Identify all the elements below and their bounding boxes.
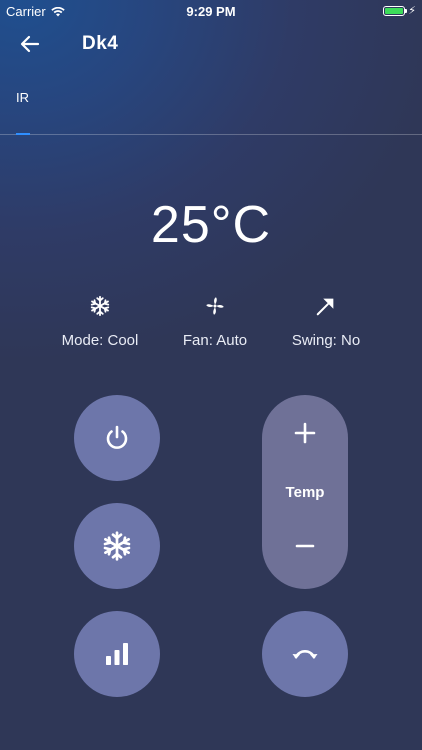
power-button[interactable]: [74, 395, 160, 481]
app-header: Dk4: [0, 24, 422, 64]
temperature-display: 25°C: [150, 196, 272, 254]
status-right: ⚡: [383, 4, 416, 17]
status-bar: Carrier 9:29 PM ⚡: [0, 0, 422, 22]
mode-button[interactable]: [74, 503, 160, 589]
tab-ir[interactable]: IR: [16, 90, 29, 105]
temp-up-button[interactable]: [262, 417, 348, 449]
power-icon: [106, 425, 128, 449]
fan-label: Fan: Auto: [182, 332, 248, 349]
temperature-control: Temp: [262, 395, 348, 589]
rotate-icon: [292, 650, 318, 659]
swing-icon: [316, 298, 334, 316]
charging-bolt-icon: ⚡: [408, 5, 416, 17]
page-title: Dk4: [82, 33, 119, 54]
battery-icon: [383, 5, 408, 16]
snowflake-icon: [103, 531, 131, 561]
battery-fill: [385, 7, 404, 14]
fan-icon: [206, 297, 224, 315]
tab-indicator: [16, 133, 30, 135]
swing-status: Swing: No: [266, 292, 386, 349]
signal-bars-icon: [106, 643, 128, 665]
swing-button[interactable]: [262, 611, 348, 697]
temp-down-button[interactable]: [262, 530, 348, 562]
status-time: 9:29 PM: [186, 4, 236, 19]
mode-label: Mode: Cool: [61, 332, 139, 349]
back-button[interactable]: [16, 30, 44, 58]
fan-speed-button[interactable]: [74, 611, 160, 697]
arrow-left-icon: [20, 35, 40, 53]
plus-icon: [294, 422, 316, 444]
mode-status: Mode: Cool: [40, 292, 160, 349]
minus-icon: [295, 544, 315, 548]
fan-status: Fan: Auto: [155, 292, 275, 349]
swing-label: Swing: No: [291, 332, 361, 349]
tab-bar: IR: [0, 80, 422, 135]
temp-label: Temp: [285, 484, 325, 501]
snowflake-icon: [90, 295, 110, 317]
